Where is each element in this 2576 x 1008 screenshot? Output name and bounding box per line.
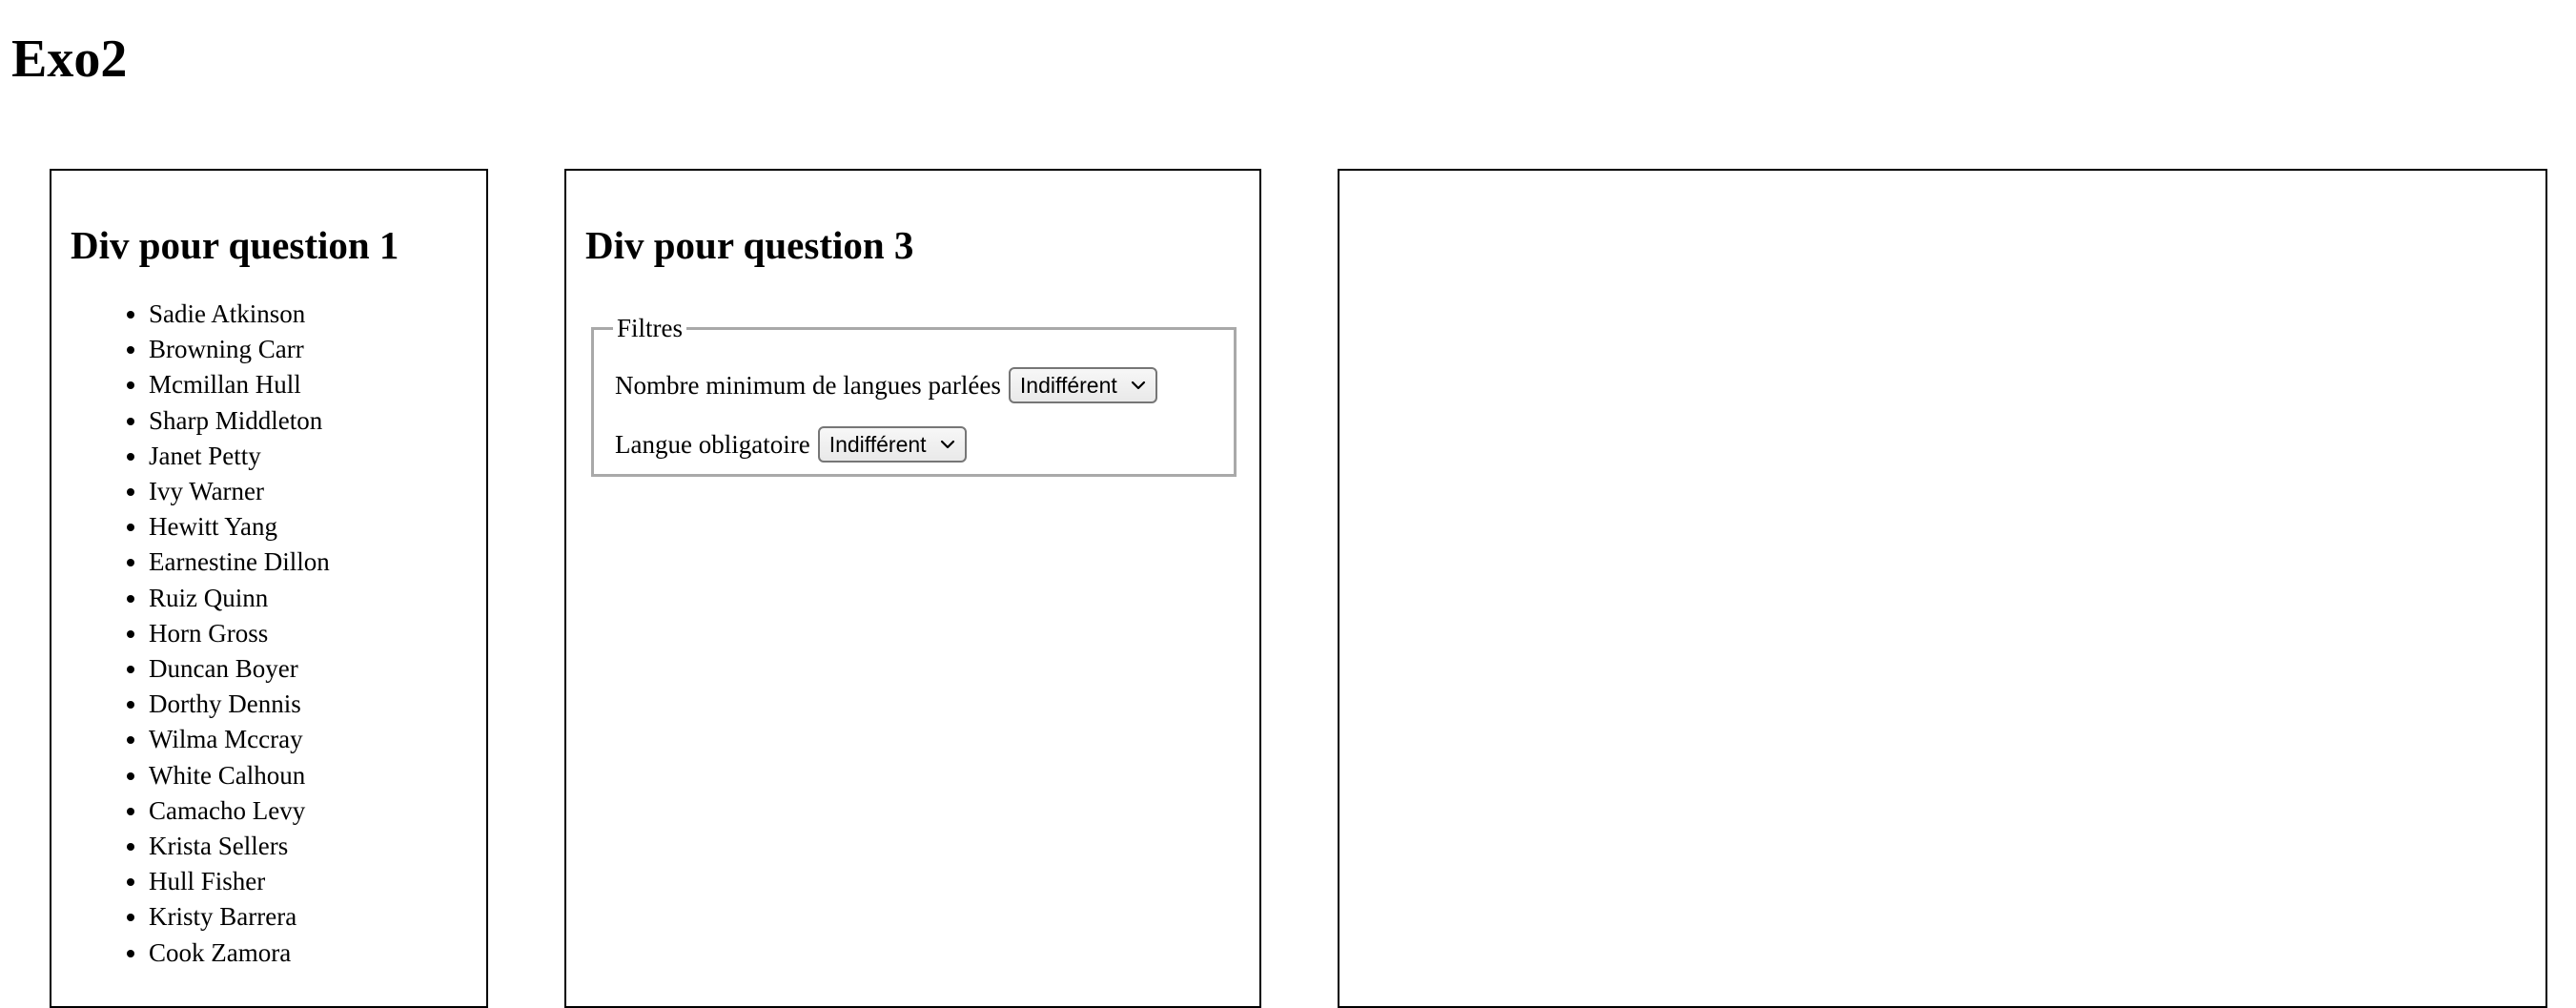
required-language-filter: Langue obligatoire Indifférent bbox=[615, 426, 967, 463]
list-item: Mcmillan Hull bbox=[149, 367, 330, 402]
list-item: Earnestine Dillon bbox=[149, 545, 330, 580]
question-3-panel: Div pour question 3 Filtres Nombre minim… bbox=[564, 169, 1261, 1008]
list-item: Krista Sellers bbox=[149, 829, 330, 864]
list-item: Browning Carr bbox=[149, 332, 330, 367]
list-item: White Calhoun bbox=[149, 758, 330, 793]
list-item: Janet Petty bbox=[149, 439, 330, 474]
list-item: Hull Fisher bbox=[149, 864, 330, 899]
min-languages-label: Nombre minimum de langues parlées bbox=[615, 370, 1001, 400]
list-item: Hewitt Yang bbox=[149, 509, 330, 545]
question-3-heading: Div pour question 3 bbox=[585, 223, 914, 267]
list-item: Horn Gross bbox=[149, 616, 330, 651]
list-item: Kristy Barrera bbox=[149, 899, 330, 935]
required-language-select[interactable]: Indifférent bbox=[817, 426, 967, 463]
min-languages-select[interactable]: Indifférent bbox=[1008, 367, 1157, 403]
min-languages-filter: Nombre minimum de langues parlées Indiff… bbox=[615, 367, 1157, 403]
list-item: Dorthy Dennis bbox=[149, 687, 330, 722]
required-language-selected-value: Indifférent bbox=[828, 431, 927, 457]
question-1-panel: Div pour question 1 Sadie AtkinsonBrowni… bbox=[50, 169, 488, 1008]
list-item: Sharp Middleton bbox=[149, 403, 330, 439]
filters-legend: Filtres bbox=[617, 314, 684, 342]
names-list: Sadie AtkinsonBrowning CarrMcmillan Hull… bbox=[51, 297, 330, 971]
list-item: Ruiz Quinn bbox=[149, 581, 330, 616]
page-title: Exo2 bbox=[11, 30, 128, 89]
third-panel bbox=[1338, 169, 2547, 1008]
filters-fieldset: Filtres Nombre minimum de langues parlée… bbox=[591, 314, 1237, 477]
list-item: Camacho Levy bbox=[149, 793, 330, 829]
list-item: Duncan Boyer bbox=[149, 651, 330, 687]
list-item: Sadie Atkinson bbox=[149, 297, 330, 332]
chevron-down-icon bbox=[940, 440, 954, 449]
list-item: Wilma Mccray bbox=[149, 722, 330, 757]
question-1-heading: Div pour question 1 bbox=[71, 223, 399, 267]
list-item: Ivy Warner bbox=[149, 474, 330, 509]
list-item: Cook Zamora bbox=[149, 936, 330, 971]
required-language-label: Langue obligatoire bbox=[615, 429, 810, 459]
min-languages-selected-value: Indifférent bbox=[1019, 372, 1117, 398]
chevron-down-icon bbox=[1131, 381, 1145, 390]
